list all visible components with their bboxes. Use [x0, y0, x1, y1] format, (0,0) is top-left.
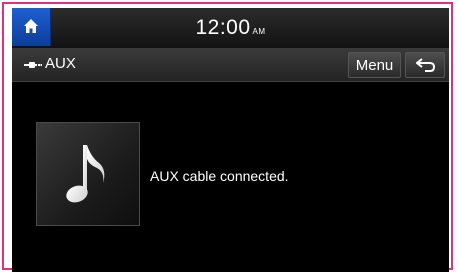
back-arrow-icon [416, 58, 436, 72]
back-button[interactable] [405, 52, 445, 78]
music-note-icon [66, 145, 105, 203]
clock: 12:00 AM [12, 16, 449, 40]
clock-time: 12:00 [195, 16, 251, 39]
head-unit-screen: 12:00 AM AUX Menu AUX cable connected. [12, 8, 449, 272]
status-bar: 12:00 AM [12, 8, 449, 49]
source-label: AUX [45, 55, 76, 72]
album-art [36, 122, 140, 226]
aux-status-message: AUX cable connected. [150, 168, 289, 184]
outer-frame: 12:00 AM AUX Menu AUX cable connected. [2, 2, 453, 272]
clock-ampm: AM [252, 27, 266, 36]
menu-button[interactable]: Menu [348, 52, 401, 78]
title-bar: AUX Menu [12, 49, 449, 82]
aux-cable-icon [24, 62, 42, 68]
